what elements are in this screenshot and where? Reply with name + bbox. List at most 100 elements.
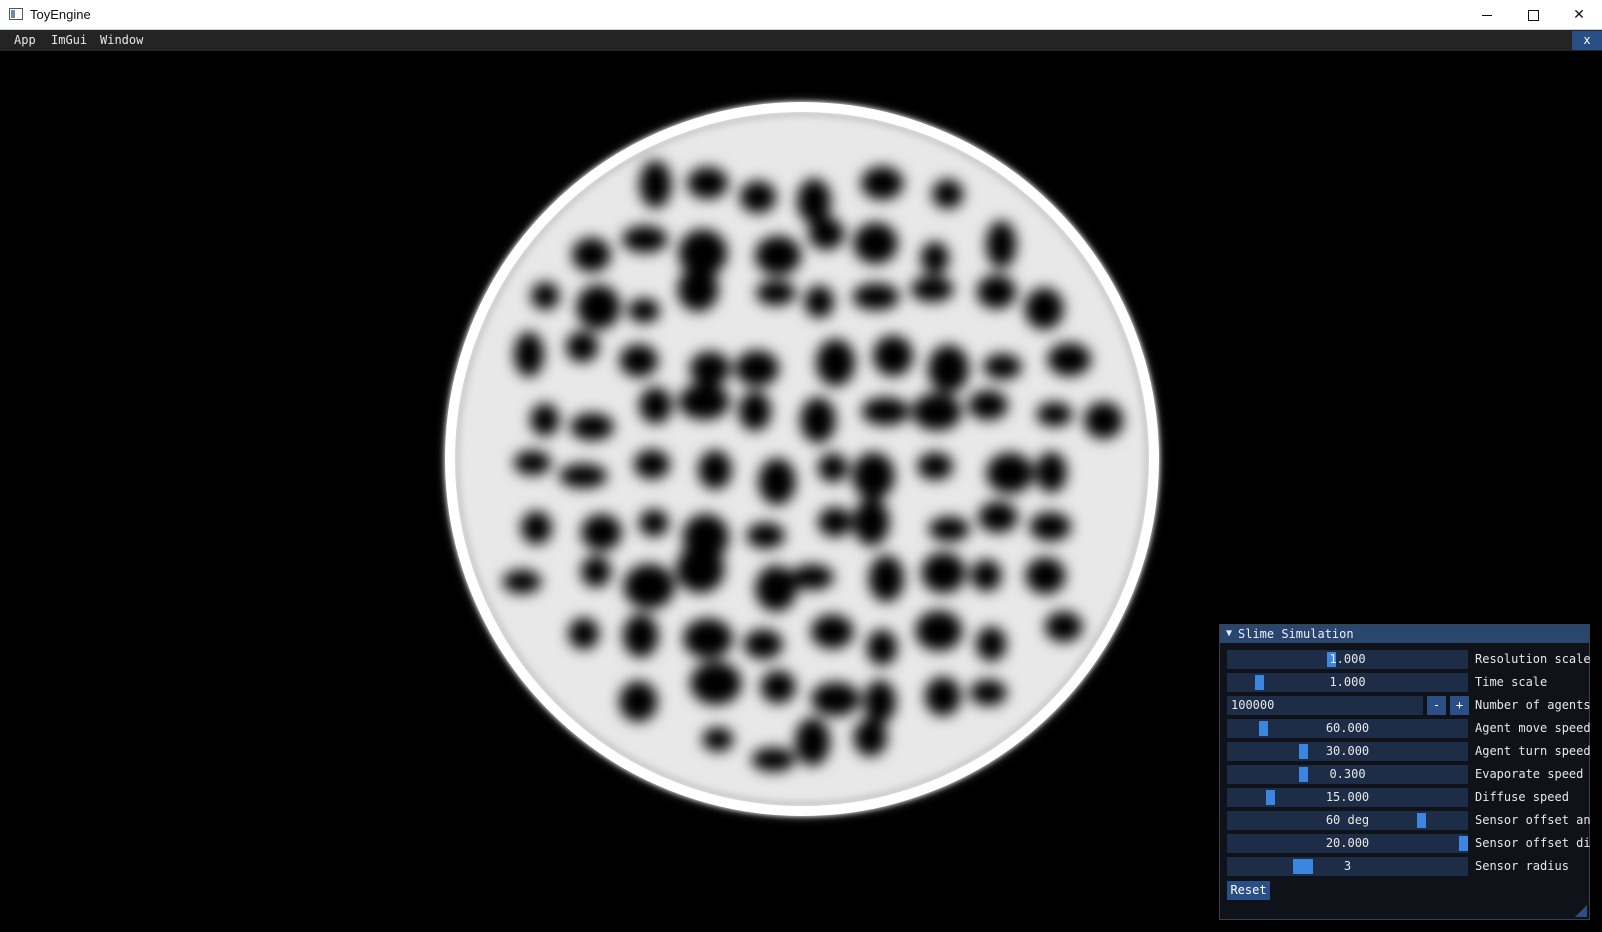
- slime-cell-hole: [638, 509, 669, 537]
- slime-cell-hole: [810, 614, 854, 649]
- control-label: Sensor offset angle: [1475, 813, 1591, 827]
- slime-cell-hole: [917, 452, 954, 481]
- sensor-offset-distance-slider[interactable]: 20.000: [1227, 834, 1468, 853]
- diffuse-speed-slider[interactable]: 15.000: [1227, 788, 1468, 807]
- agent-move-speed-slider[interactable]: 60.000: [1227, 719, 1468, 738]
- decrement-button[interactable]: -: [1427, 696, 1446, 715]
- slime-cell-hole: [1036, 402, 1073, 427]
- slime-cell-hole: [756, 280, 796, 306]
- slime-cell-hole: [804, 285, 835, 318]
- slime-cell-hole: [968, 390, 1008, 421]
- slime-cell-hole: [808, 217, 845, 250]
- minimize-icon: [1482, 14, 1492, 16]
- slime-cell-hole: [1025, 557, 1066, 595]
- slime-cell-hole: [986, 452, 1034, 494]
- time-scale-slider[interactable]: 1.000: [1227, 673, 1468, 692]
- slime-cell-hole: [873, 335, 913, 377]
- resize-grip[interactable]: [1575, 905, 1587, 917]
- slime-cell-hole: [853, 498, 890, 546]
- slime-cell-hole: [619, 344, 659, 378]
- control-label: Sensor radius: [1475, 859, 1569, 873]
- slider-value: 20.000: [1325, 836, 1370, 850]
- collapse-arrow-icon[interactable]: ▼: [1226, 625, 1232, 643]
- slime-cell-hole: [795, 717, 830, 766]
- sensor-radius-slider[interactable]: 3: [1227, 857, 1468, 876]
- slime-cell-hole: [735, 350, 779, 387]
- slime-cell-hole: [797, 178, 831, 224]
- minimize-button[interactable]: [1464, 0, 1510, 30]
- slime-cell-hole: [568, 617, 600, 650]
- slime-cell-hole: [502, 569, 542, 594]
- slime-cell-hole: [861, 397, 910, 426]
- menu-app[interactable]: App: [14, 33, 36, 47]
- slime-cell-hole: [639, 160, 672, 209]
- maximize-button[interactable]: [1510, 0, 1556, 30]
- slime-cell-hole: [514, 331, 544, 377]
- close-icon: ✕: [1573, 7, 1585, 23]
- slime-cell-hole: [816, 339, 856, 387]
- slime-cell-hole: [978, 501, 1018, 533]
- slime-cell-hole: [628, 298, 660, 323]
- slime-cell-hole: [818, 507, 853, 537]
- slime-cell-hole: [928, 344, 969, 393]
- slime-cell-hole: [1084, 401, 1124, 439]
- slime-cell-hole: [920, 241, 950, 275]
- slime-cell-hole: [755, 235, 802, 276]
- slime-simulation-panel: ▼ Slime Simulation 1.000 Resolution scal…: [1219, 624, 1591, 920]
- sensor-offset-angle-slider[interactable]: 60 deg: [1227, 811, 1468, 830]
- slime-cell-hole: [513, 450, 552, 476]
- control-label: Number of agents: [1475, 698, 1591, 712]
- slider-value: 3: [1343, 859, 1352, 873]
- slime-cell-hole: [689, 351, 731, 386]
- slime-cell-hole: [755, 565, 797, 612]
- slime-cell-hole: [581, 514, 622, 551]
- slime-cell-hole: [866, 629, 898, 666]
- control-label: Sensor offset distance: [1475, 836, 1591, 850]
- slime-cell-hole: [912, 393, 962, 431]
- slime-cell-hole: [760, 670, 796, 704]
- slime-cell-hole: [1024, 287, 1064, 330]
- menu-window[interactable]: Window: [100, 33, 143, 47]
- slime-cell-hole: [572, 237, 611, 273]
- slime-cell-hole: [581, 555, 612, 588]
- slime-cell-hole: [817, 453, 848, 483]
- slime-cell-hole: [969, 679, 1008, 706]
- evaporate-speed-slider[interactable]: 0.300: [1227, 765, 1468, 784]
- slime-cell-hole: [1029, 512, 1072, 542]
- slime-cell-hole: [928, 516, 970, 542]
- slime-cell-hole: [986, 220, 1017, 269]
- slime-cell-hole: [623, 563, 675, 609]
- slime-cell-hole: [924, 676, 962, 716]
- increment-button[interactable]: +: [1450, 696, 1469, 715]
- slime-cell-hole: [677, 267, 719, 312]
- menubar-close-button[interactable]: x: [1572, 31, 1602, 50]
- slime-cell-hole: [530, 403, 560, 437]
- agent-turn-speed-slider[interactable]: 30.000: [1227, 742, 1468, 761]
- slime-cell-hole: [623, 613, 659, 658]
- control-label: Diffuse speed: [1475, 790, 1569, 804]
- menu-imgui[interactable]: ImGui: [51, 33, 87, 47]
- slime-cell-hole: [976, 626, 1007, 662]
- slime-cell-hole: [738, 391, 772, 431]
- resolution-scale-slider[interactable]: 1.000: [1227, 650, 1468, 669]
- slime-cell-hole: [915, 610, 963, 652]
- slime-cell-hole: [1035, 451, 1067, 493]
- maximize-icon: [1527, 9, 1539, 21]
- reset-button[interactable]: Reset: [1227, 881, 1270, 900]
- window-title: ToyEngine: [30, 7, 91, 22]
- control-label: Resolution scale: [1475, 652, 1591, 666]
- slime-cell-hole: [1047, 342, 1092, 377]
- close-window-button[interactable]: ✕: [1556, 0, 1602, 30]
- panel-header[interactable]: ▼ Slime Simulation: [1220, 625, 1589, 643]
- control-label: Evaporate speed: [1475, 767, 1584, 781]
- slider-value: 1.000: [1329, 675, 1366, 689]
- slider-value: 60.000: [1325, 721, 1370, 735]
- slider-value: 30.000: [1325, 744, 1370, 758]
- input-value: 100000: [1231, 698, 1275, 712]
- slime-cell-hole: [622, 225, 668, 253]
- slime-cell-hole: [932, 179, 964, 209]
- control-label: Agent move speed: [1475, 721, 1591, 735]
- slider-value: 15.000: [1325, 790, 1370, 804]
- number-of-agents-input[interactable]: 100000: [1227, 696, 1423, 715]
- slider-value: 60 deg: [1325, 813, 1370, 827]
